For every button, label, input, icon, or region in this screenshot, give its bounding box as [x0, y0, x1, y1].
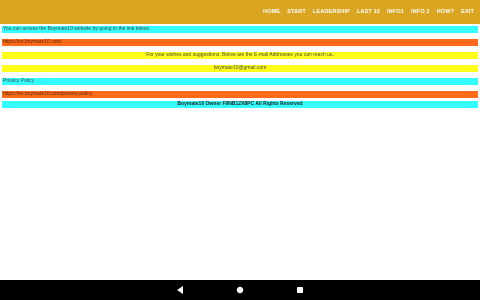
system-navigation-bar — [0, 280, 480, 300]
home-button[interactable] — [210, 280, 270, 300]
content-area: You can access the Boymate10 website by … — [2, 26, 478, 108]
recents-square-icon — [297, 287, 303, 293]
nav-leadership[interactable]: LEADERSHIP — [313, 0, 350, 24]
nav-last-10[interactable]: LAST 10 — [357, 0, 380, 24]
recents-button[interactable] — [270, 280, 330, 300]
nav-exit[interactable]: EXIT — [461, 0, 474, 24]
back-triangle-icon — [177, 286, 183, 294]
nav-how[interactable]: HOW? — [437, 0, 455, 24]
privacy-policy-link[interactable]: https://en.boymate10.com/privacy-policy — [2, 91, 478, 98]
app-screen: HOME START LEADERSHIP LAST 10 INFO1 INFO… — [0, 0, 480, 300]
nav-start[interactable]: START — [287, 0, 306, 24]
back-button[interactable] — [150, 280, 210, 300]
home-circle-icon — [236, 286, 244, 294]
nav-info-2[interactable]: INFO 2 — [411, 0, 430, 24]
nav-home[interactable]: HOME — [263, 0, 280, 24]
website-link[interactable]: https://en.boymate10.com/ — [2, 39, 478, 46]
email-address[interactable]: boymate10@gmail.com — [2, 65, 478, 72]
privacy-policy-label[interactable]: Privacy Policy — [2, 78, 478, 85]
copyright-text: Boymate10 Owner F9NB12X8PC All Rights Re… — [2, 101, 478, 108]
suggestions-text: For your wishes and suggestions. Below a… — [2, 52, 478, 59]
access-text: You can access the Boymate10 website by … — [2, 26, 478, 33]
nav-info1[interactable]: INFO1 — [387, 0, 404, 24]
top-app-bar: HOME START LEADERSHIP LAST 10 INFO1 INFO… — [0, 0, 480, 24]
